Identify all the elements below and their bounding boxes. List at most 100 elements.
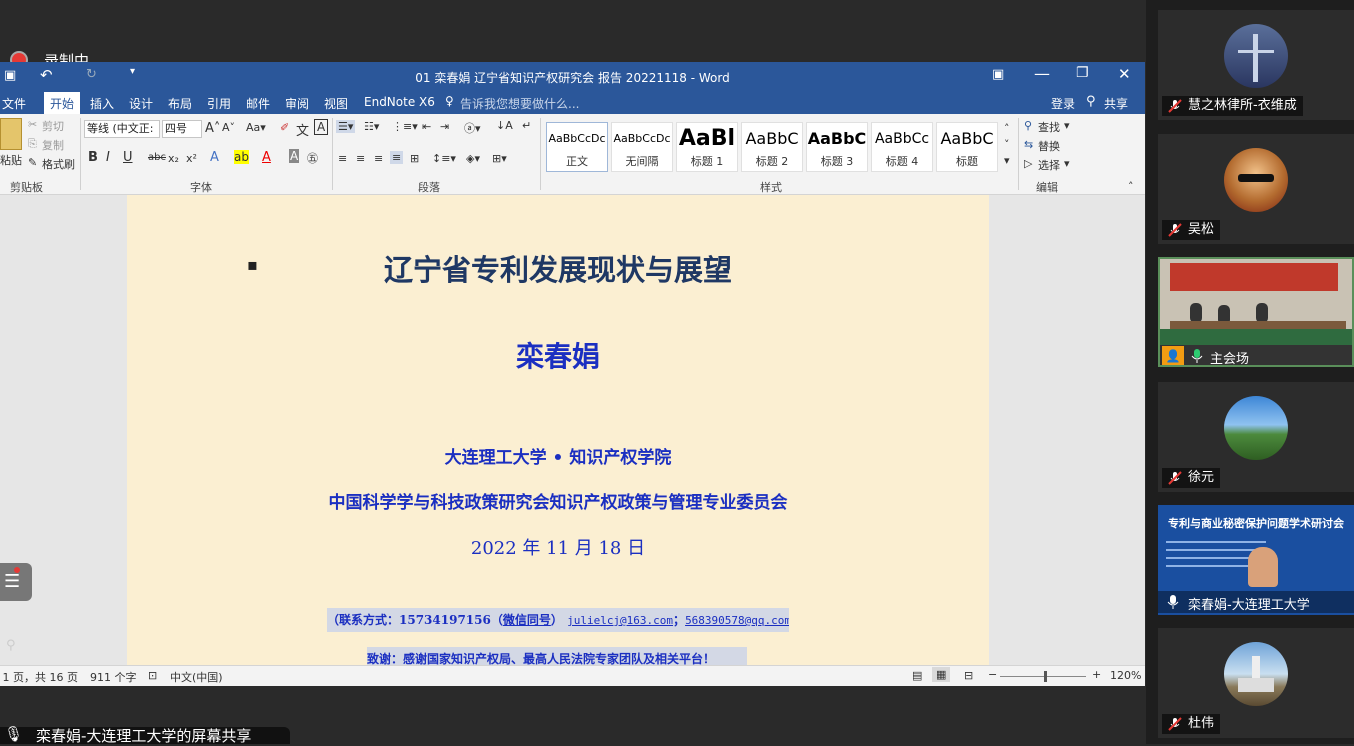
shading-icon[interactable]: ◈▾ bbox=[466, 152, 480, 165]
copy-button[interactable]: 复制 bbox=[42, 137, 64, 153]
email-link-2[interactable]: 568390578@qq.com bbox=[685, 614, 789, 627]
grow-font-icon[interactable]: A˄ bbox=[205, 121, 220, 136]
find-dropdown-icon[interactable]: ▾ bbox=[1064, 119, 1070, 132]
replace-button[interactable]: 替换 bbox=[1038, 138, 1060, 154]
zoom-level[interactable]: 120% bbox=[1110, 669, 1141, 682]
select-button[interactable]: 选择 bbox=[1038, 157, 1060, 173]
replace-icon[interactable]: ⇆ bbox=[1024, 138, 1033, 151]
participant-tile[interactable]: 徐元 bbox=[1158, 382, 1354, 492]
styles-scroll-down-icon[interactable]: ˅ bbox=[1004, 138, 1010, 151]
zoom-out-icon[interactable]: − bbox=[988, 668, 997, 681]
increase-indent-icon[interactable]: ⇥ bbox=[440, 120, 449, 133]
subscript-icon[interactable]: x₂ bbox=[168, 152, 179, 165]
line-spacing-icon[interactable]: ↕≡▾ bbox=[432, 152, 456, 165]
tab-review[interactable]: 审阅 bbox=[285, 95, 309, 112]
document-page[interactable]: ▪ 辽宁省专利发展现状与展望 栾春娟 大连理工大学 • 知识产权学院 中国科学学… bbox=[127, 195, 989, 675]
restore-icon[interactable]: ❐ bbox=[1076, 65, 1089, 81]
print-layout-icon[interactable]: ▦ bbox=[932, 667, 951, 682]
align-right-icon[interactable]: ≡ bbox=[374, 152, 383, 165]
style-item[interactable]: AaBbC 标题 3 bbox=[806, 122, 868, 172]
side-menu-button[interactable]: ☰ bbox=[0, 563, 32, 601]
show-marks-icon[interactable]: ↵ bbox=[522, 119, 531, 132]
bold-icon[interactable]: B bbox=[88, 150, 98, 165]
paste-button[interactable]: 粘贴 bbox=[0, 152, 22, 168]
participant-tile[interactable]: 杜伟 bbox=[1158, 628, 1354, 738]
numbering-icon[interactable]: ☷▾ bbox=[364, 120, 379, 133]
char-border-icon[interactable]: A bbox=[314, 119, 329, 135]
font-size-select[interactable]: 四号 bbox=[162, 120, 202, 138]
page-count[interactable]: 第 1 页，共 16 页 bbox=[0, 669, 78, 685]
proofing-icon[interactable]: ⊡ bbox=[148, 669, 157, 682]
chinese-layout-icon[interactable]: ⓐ▾ bbox=[464, 120, 481, 136]
style-item[interactable]: AaBl 标题 1 bbox=[676, 122, 738, 172]
font-name-select[interactable]: 等线 (中文正: bbox=[84, 120, 160, 138]
tab-insert[interactable]: 插入 bbox=[90, 95, 114, 112]
find-icon[interactable]: ⚲ bbox=[1024, 119, 1032, 132]
word-count[interactable]: 911 个字 bbox=[90, 669, 137, 685]
underline-icon[interactable]: U bbox=[123, 150, 133, 165]
justify-icon[interactable]: ≡ bbox=[390, 151, 404, 164]
close-icon[interactable]: ✕ bbox=[1118, 65, 1131, 83]
align-center-icon[interactable]: ≡ bbox=[356, 152, 365, 165]
tell-me-search[interactable]: 告诉我您想要做什么... bbox=[460, 95, 579, 112]
login-link[interactable]: 登录 bbox=[1051, 95, 1075, 112]
participant-tile-active[interactable]: 👤 主会场 bbox=[1158, 257, 1354, 367]
phonetic-guide-icon[interactable]: 文 bbox=[296, 120, 309, 139]
tab-design[interactable]: 设计 bbox=[129, 95, 153, 112]
style-item[interactable]: AaBbC 标题 bbox=[936, 122, 998, 172]
participant-tile[interactable]: 慧之林律所-衣维成 bbox=[1158, 10, 1354, 120]
style-item[interactable]: AaBbCc 标题 4 bbox=[871, 122, 933, 172]
zoom-slider-thumb[interactable] bbox=[1044, 671, 1047, 682]
style-item[interactable]: AaBbCcDc 无间隔 bbox=[611, 122, 673, 172]
pin-icon[interactable]: ⚲ bbox=[6, 638, 16, 653]
web-layout-icon[interactable]: ⊟ bbox=[964, 669, 973, 682]
multilevel-list-icon[interactable]: ⋮≡▾ bbox=[392, 120, 418, 133]
select-icon[interactable]: ▷ bbox=[1024, 157, 1032, 170]
zoom-slider[interactable] bbox=[1000, 676, 1086, 677]
brush-icon[interactable]: ✎ bbox=[28, 156, 37, 169]
collapse-ribbon-icon[interactable]: ˄ bbox=[1128, 180, 1134, 193]
tab-file[interactable]: 文件 bbox=[2, 95, 26, 112]
bullets-icon[interactable]: ☰▾ bbox=[336, 120, 356, 133]
change-case-icon[interactable]: Aa▾ bbox=[246, 121, 266, 134]
scissors-icon[interactable]: ✂ bbox=[28, 118, 37, 131]
style-item[interactable]: AaBbC 标题 2 bbox=[741, 122, 803, 172]
char-shading-icon[interactable]: A bbox=[289, 149, 300, 163]
borders-icon[interactable]: ⊞▾ bbox=[492, 152, 507, 165]
clear-format-icon[interactable]: ✐ bbox=[280, 121, 289, 134]
strikethrough-icon[interactable]: abc bbox=[148, 152, 166, 163]
distributed-icon[interactable]: ⊞ bbox=[410, 152, 419, 165]
participant-tile[interactable]: 专利与商业秘密保护问题学术研讨会 栾春娟-大连理工大学 bbox=[1158, 505, 1354, 615]
text-effects-icon[interactable]: A bbox=[210, 150, 219, 165]
italic-icon[interactable]: I bbox=[106, 150, 110, 165]
tab-references[interactable]: 引用 bbox=[207, 95, 231, 112]
styles-scroll-up-icon[interactable]: ˄ bbox=[1004, 122, 1010, 135]
enclose-char-icon[interactable]: ㊄ bbox=[307, 150, 318, 166]
read-mode-icon[interactable]: ▤ bbox=[912, 669, 922, 682]
tab-layout[interactable]: 布局 bbox=[168, 95, 192, 112]
decrease-indent-icon[interactable]: ⇤ bbox=[422, 120, 431, 133]
tab-endnote[interactable]: EndNote X6 bbox=[364, 95, 435, 109]
ribbon-display-icon[interactable]: ▣ bbox=[992, 67, 1004, 82]
cut-button[interactable]: 剪切 bbox=[42, 118, 64, 134]
minimize-icon[interactable]: — bbox=[1034, 64, 1050, 83]
sort-icon[interactable]: ↓A bbox=[496, 119, 513, 132]
styles-more-icon[interactable]: ▾ bbox=[1004, 154, 1010, 167]
participant-tile[interactable]: 吴松 bbox=[1158, 134, 1354, 244]
select-dropdown-icon[interactable]: ▾ bbox=[1064, 157, 1070, 170]
zoom-in-icon[interactable]: + bbox=[1092, 668, 1101, 681]
style-item[interactable]: AaBbCcDc 正文 bbox=[546, 122, 608, 172]
format-painter-button[interactable]: 格式刷 bbox=[42, 156, 75, 172]
font-color-icon[interactable]: A bbox=[262, 150, 271, 165]
align-left-icon[interactable]: ≡ bbox=[338, 152, 347, 165]
tab-mailings[interactable]: 邮件 bbox=[246, 95, 270, 112]
superscript-icon[interactable]: x² bbox=[186, 152, 197, 165]
find-button[interactable]: 查找 bbox=[1038, 119, 1060, 135]
email-link-1[interactable]: julielcj@163.com bbox=[567, 614, 673, 627]
highlight-icon[interactable]: ab bbox=[234, 150, 249, 164]
share-button[interactable]: 共享 bbox=[1104, 95, 1128, 112]
copy-icon[interactable]: ⎘ bbox=[28, 137, 37, 151]
language-status[interactable]: 中文(中国) bbox=[170, 669, 223, 685]
tab-view[interactable]: 视图 bbox=[324, 95, 348, 112]
shrink-font-icon[interactable]: A˅ bbox=[222, 121, 235, 134]
